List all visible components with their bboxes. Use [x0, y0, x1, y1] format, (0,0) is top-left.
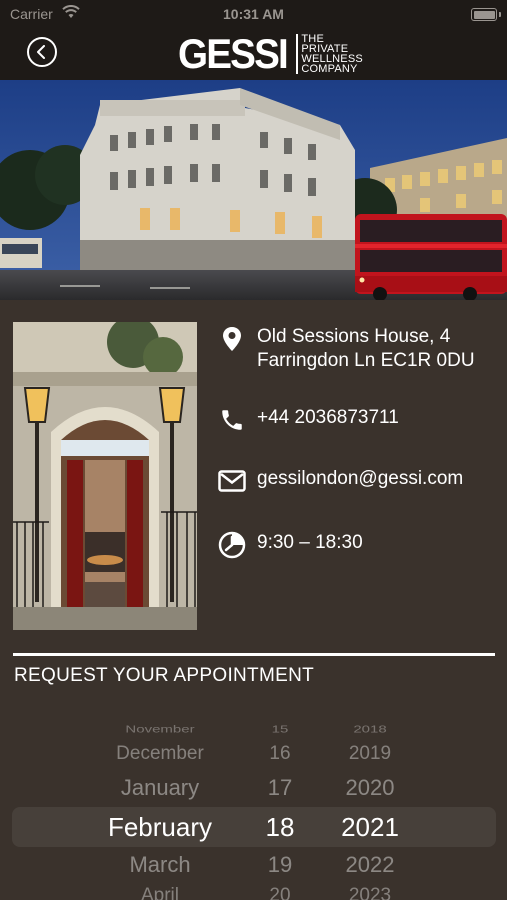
logo-line: COMPANY [301, 63, 358, 75]
address-text: Old Sessions House, 4 Farringdon Ln EC1R… [257, 326, 475, 371]
phone-row[interactable]: +44 2036873711 [218, 406, 399, 434]
year-option[interactable]: 2018 [320, 724, 420, 736]
status-bar: Carrier 10:31 AM [0, 0, 507, 28]
month-option[interactable]: November [60, 724, 260, 736]
day-option-selected[interactable]: 18 [240, 812, 320, 843]
month-option-selected[interactable]: February [60, 812, 260, 843]
location-pin-icon [218, 325, 246, 353]
year-option[interactable]: 2022 [320, 852, 420, 878]
year-wheel[interactable]: 2018 2019 2020 2021 2022 2023 [320, 715, 420, 900]
month-wheel[interactable]: November December January February March… [60, 715, 260, 900]
year-option-selected[interactable]: 2021 [320, 812, 420, 843]
day-option[interactable]: 17 [240, 775, 320, 801]
email-row[interactable]: gessilondon@gessi.com [218, 467, 463, 495]
day-option[interactable]: 15 [240, 724, 320, 736]
month-option[interactable]: December [60, 743, 260, 765]
year-option[interactable]: 2020 [320, 775, 420, 801]
section-divider [13, 653, 495, 656]
phone-icon [218, 406, 246, 434]
day-option[interactable]: 16 [240, 743, 320, 765]
month-option[interactable]: April [60, 885, 260, 900]
day-wheel[interactable]: 15 16 17 18 19 20 [240, 715, 320, 900]
battery-icon [471, 8, 497, 21]
phone-text: +44 2036873711 [257, 407, 399, 428]
date-picker[interactable]: November December January February March… [0, 715, 507, 900]
hours-row: 9:30 – 18:30 [218, 531, 363, 559]
email-text: gessilondon@gessi.com [257, 468, 464, 489]
address-row[interactable]: Old Sessions House, 4 Farringdon Ln EC1R… [218, 325, 492, 373]
chevron-left-icon [37, 45, 45, 59]
building-photo [0, 80, 507, 300]
logo-mark: GESSI [178, 30, 289, 77]
battery-tip [499, 12, 501, 17]
status-time: 10:31 AM [223, 6, 284, 22]
hours-text: 9:30 – 18:30 [257, 532, 363, 553]
year-option[interactable]: 2023 [320, 885, 420, 900]
nav-bar: GESSI THE PRIVATE WELLNESS COMPANY [0, 28, 507, 80]
year-option[interactable]: 2019 [320, 743, 420, 765]
day-option[interactable]: 19 [240, 852, 320, 878]
brand-logo: GESSI THE PRIVATE WELLNESS COMPANY [178, 32, 363, 76]
month-option[interactable]: March [60, 852, 260, 878]
logo-tagline: THE PRIVATE WELLNESS COMPANY [296, 34, 363, 75]
day-option[interactable]: 20 [240, 885, 320, 900]
back-button[interactable] [27, 37, 57, 67]
mail-icon [218, 467, 246, 495]
clock-icon [218, 531, 246, 559]
month-option[interactable]: January [60, 775, 260, 801]
storefront-photo [13, 322, 197, 630]
appointment-title: REQUEST YOUR APPOINTMENT [14, 665, 314, 686]
